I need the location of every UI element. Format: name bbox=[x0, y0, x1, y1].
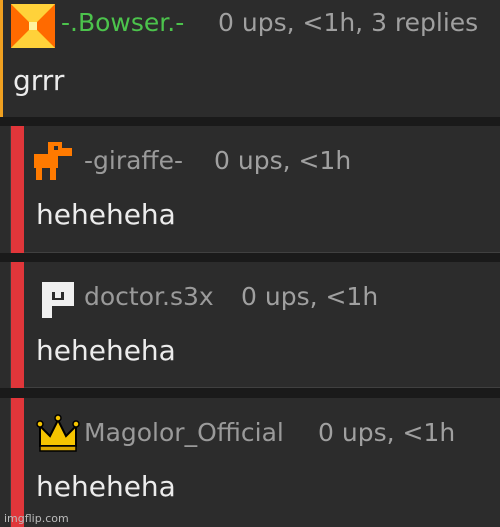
comment-meta: 0 ups, <1h, 3 replies bbox=[218, 8, 479, 37]
reply-body: doctor.s3x 0 ups, <1h heheheha bbox=[24, 262, 500, 388]
orange-giraffe-icon[interactable] bbox=[32, 138, 76, 182]
thread-indent bbox=[0, 262, 11, 388]
comment-meta: 0 ups, <1h bbox=[214, 146, 352, 175]
comment-text: heheheha bbox=[36, 334, 176, 367]
thread-indent bbox=[0, 398, 11, 527]
username[interactable]: doctor.s3x bbox=[84, 282, 214, 311]
thread-indent bbox=[0, 126, 11, 253]
comment-meta: 0 ups, <1h bbox=[241, 282, 379, 311]
orange-pinwheel-icon[interactable] bbox=[11, 4, 55, 48]
white-square-glyph-icon[interactable] bbox=[38, 278, 82, 322]
reply-giraffe: -giraffe- 0 ups, <1h heheheha bbox=[0, 126, 500, 253]
reply-thread-bar bbox=[11, 262, 24, 388]
watermark: imgflip.com bbox=[4, 512, 69, 525]
reply-body: Magolor_Official 0 ups, <1h heheheha bbox=[24, 398, 500, 527]
comment-meta: 0 ups, <1h bbox=[318, 418, 456, 447]
reply-magolor: Magolor_Official 0 ups, <1h heheheha bbox=[0, 398, 500, 527]
reply-body: -giraffe- 0 ups, <1h heheheha bbox=[24, 126, 500, 253]
username[interactable]: -.Bowser.- bbox=[61, 8, 184, 37]
reply-thread-bar bbox=[11, 398, 24, 527]
comment-text: grrr bbox=[13, 64, 65, 97]
comment-bowser: -.Bowser.- 0 ups, <1h, 3 replies grrr bbox=[0, 0, 500, 117]
crown-icon[interactable] bbox=[36, 412, 80, 456]
comment-text: heheheha bbox=[36, 198, 176, 231]
comment-text: heheheha bbox=[36, 470, 176, 503]
reply-doctor: doctor.s3x 0 ups, <1h heheheha bbox=[0, 262, 500, 388]
username[interactable]: -giraffe- bbox=[84, 146, 183, 175]
reply-thread-bar bbox=[11, 126, 24, 253]
username[interactable]: Magolor_Official bbox=[84, 418, 284, 447]
